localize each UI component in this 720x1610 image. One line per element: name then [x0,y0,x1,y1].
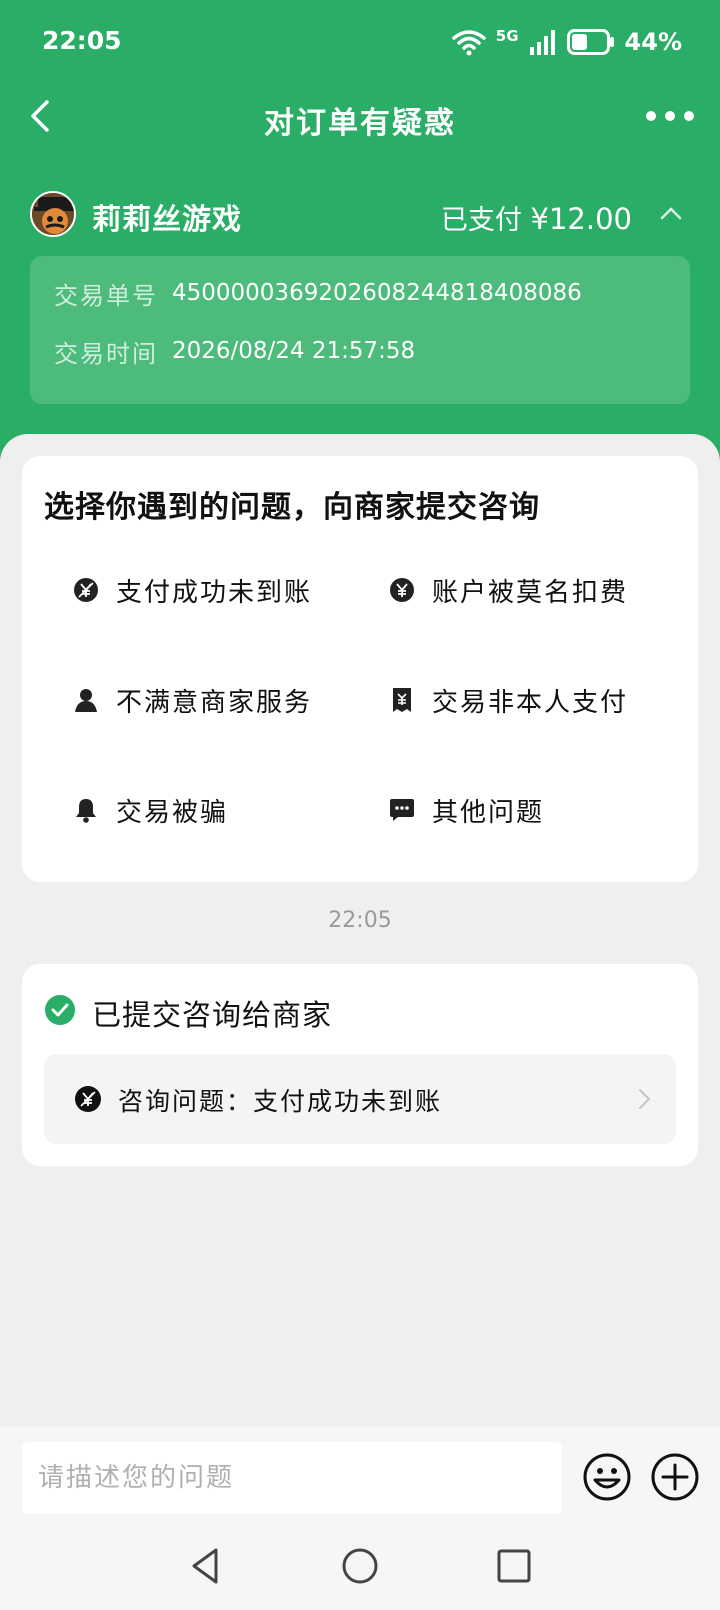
issue-label: 账户被莫名扣费 [432,577,629,608]
yen-circle-icon [388,576,416,604]
yen-slash-icon [75,1086,101,1112]
chat-bubble-icon [388,796,416,824]
issue-item-unsatisfied-service[interactable]: 不满意商家服务 [72,678,312,722]
issue-item-payment-not-received[interactable]: 支付成功未到账 [72,568,312,612]
system-recent-apps-icon[interactable] [494,1546,534,1586]
issue-item-not-self-paid[interactable]: 交易非本人支付 [388,678,628,722]
status-bar: 22:05 5G 44% [0,0,720,84]
issue-label: 支付成功未到账 [116,577,313,608]
order-detail-box: 交易单号 4500000369202608244818408086 交易时间 2… [30,256,690,404]
plus-icon[interactable] [650,1452,700,1502]
person-icon [72,686,100,714]
issue-item-fraud[interactable]: 交易被骗 [72,788,228,832]
system-nav-bar [0,1536,720,1606]
status-time: 22:05 [42,26,122,55]
order-id-label: 交易单号 [54,281,158,310]
consult-issue-row[interactable]: 咨询问题：支付成功未到账 [44,1054,676,1144]
submitted-card: 已提交咨询给商家 咨询问题：支付成功未到账 [22,964,698,1166]
bell-icon [72,796,100,824]
wifi-icon [452,30,486,56]
input-bar [0,1426,720,1610]
order-header: 22:05 5G 44% 对订单有疑惑 莉莉丝游戏 已支付 ¥12.00 交易单… [0,0,720,470]
order-time-value: 2026/08/24 21:57:58 [172,338,416,364]
issue-label: 其他问题 [432,797,545,828]
merchant-name: 莉莉丝游戏 [92,202,243,236]
consult-issue-label: 咨询问题：支付成功未到账 [118,1087,443,1116]
page-title: 对订单有疑惑 [264,106,456,141]
merchant-avatar [30,191,76,237]
paid-amount: 已支付 ¥12.00 [441,198,632,237]
order-id-value: 4500000369202608244818408086 [172,280,582,306]
signal-icon [529,30,555,55]
amount-value: ¥12.00 [530,202,632,236]
network-type: 5G [495,27,519,45]
status-icons: 5G 44% [452,24,682,60]
submitted-title: 已提交咨询给商家 [92,998,333,1032]
nav-bar: 对订单有疑惑 [0,84,720,148]
system-home-icon[interactable] [340,1546,380,1586]
more-icon[interactable] [646,102,694,130]
merchant-row[interactable]: 莉莉丝游戏 已支付 ¥12.00 [30,190,690,238]
issue-item-unexpected-charge[interactable]: 账户被莫名扣费 [388,568,628,612]
check-circle-icon [45,995,75,1025]
issue-label: 交易被骗 [116,797,229,828]
receipt-icon [388,686,416,714]
message-input[interactable] [22,1442,562,1514]
yen-slash-icon [72,576,100,604]
chevron-up-icon[interactable] [656,198,686,228]
issue-card-title: 选择你遇到的问题，向商家提交咨询 [44,490,540,525]
issue-label: 不满意商家服务 [116,687,313,718]
battery-percent: 44% [624,28,682,56]
battery-icon [566,29,614,55]
issue-item-other[interactable]: 其他问题 [388,788,544,832]
chat-timestamp: 22:05 [328,908,392,933]
order-time-label: 交易时间 [54,339,158,368]
paid-prefix: 已支付 [440,205,522,236]
issue-label: 交易非本人支付 [432,687,629,718]
order-time-row: 交易时间 2026/08/24 21:57:58 [54,334,415,368]
issue-card: 选择你遇到的问题，向商家提交咨询 支付成功未到账 账户被莫名扣费 不满意商家服务… [22,456,698,882]
order-id-row: 交易单号 4500000369202608244818408086 [54,276,582,310]
emoji-icon[interactable] [582,1452,632,1502]
chevron-right-icon [639,1089,651,1109]
system-back-icon[interactable] [186,1546,226,1586]
